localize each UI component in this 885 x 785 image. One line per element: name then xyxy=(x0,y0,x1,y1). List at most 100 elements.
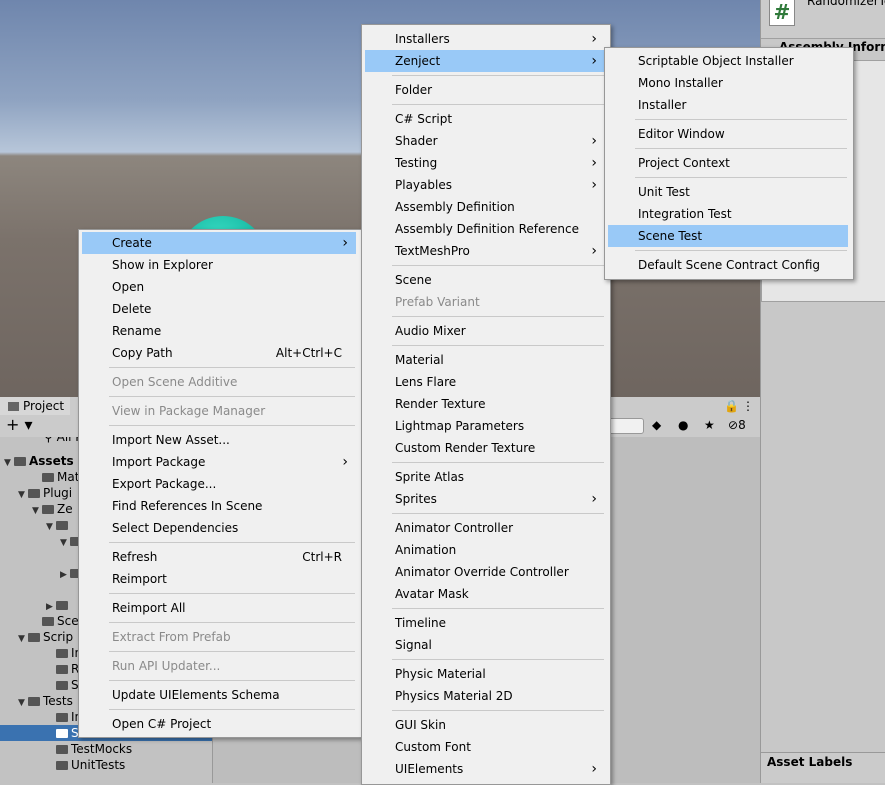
menu-item-lightmap-parameters[interactable]: Lightmap Parameters xyxy=(365,415,605,437)
menu-item-installers[interactable]: Installers › xyxy=(365,28,605,50)
menu-item-sprite-atlas[interactable]: Sprite Atlas xyxy=(365,466,605,488)
menu-item-label: Copy Path xyxy=(112,346,173,360)
menu-item-scene-test[interactable]: Scene Test xyxy=(608,225,848,247)
menu-item-label: TextMeshPro xyxy=(395,244,470,258)
menu-item-label: Scene Test xyxy=(638,229,703,243)
shortcut-label: Alt+Ctrl+C xyxy=(275,346,342,360)
submenu-arrow-icon: › xyxy=(342,235,348,251)
folder-icon xyxy=(14,457,26,466)
hidden-eye-icon[interactable]: ⊘8 xyxy=(728,417,746,433)
menu-separator xyxy=(109,622,355,623)
menu-item-select-dependencies[interactable]: Select Dependencies xyxy=(82,517,356,539)
menu-item-project-context[interactable]: Project Context xyxy=(608,152,848,174)
menu-separator xyxy=(392,462,604,463)
menu-item-gui-skin[interactable]: GUI Skin xyxy=(365,714,605,736)
menu-separator xyxy=(392,659,604,660)
folder-icon xyxy=(56,729,68,738)
menu-item-installer[interactable]: Installer xyxy=(608,94,848,116)
context-menu: Create › Show in Explorer Open Delete Rename C… xyxy=(78,229,362,738)
tree-item-label: Scrip xyxy=(43,630,74,644)
menu-item-uielements[interactable]: UIElements › xyxy=(365,758,605,780)
menu-item-assembly-definition-reference[interactable]: Assembly Definition Reference xyxy=(365,218,605,240)
menu-item-label: Import New Asset... xyxy=(112,433,230,447)
menu-item-label: Project Context xyxy=(638,156,730,170)
menu-item-lens-flare[interactable]: Lens Flare xyxy=(365,371,605,393)
menu-item-find-references-in-scene[interactable]: Find References In Scene xyxy=(82,495,356,517)
menu-item-refresh[interactable]: Refresh Ctrl+R xyxy=(82,546,356,568)
menu-item-label: Run API Updater... xyxy=(112,659,221,673)
menu-item-copy-path[interactable]: Copy Path Alt+Ctrl+C xyxy=(82,342,356,364)
menu-item-testing[interactable]: Testing › xyxy=(365,152,605,174)
menu-item-create[interactable]: Create › xyxy=(82,232,356,254)
menu-item-import-new-asset[interactable]: Import New Asset... xyxy=(82,429,356,451)
menu-item-physic-material[interactable]: Physic Material xyxy=(365,663,605,685)
menu-item-open[interactable]: Open xyxy=(82,276,356,298)
menu-item-custom-font[interactable]: Custom Font xyxy=(365,736,605,758)
menu-item-avatar-mask[interactable]: Avatar Mask xyxy=(365,583,605,605)
menu-item-label: Sprites xyxy=(395,492,437,506)
menu-separator xyxy=(392,710,604,711)
menu-item-assembly-definition[interactable]: Assembly Definition xyxy=(365,196,605,218)
menu-item-custom-render-texture[interactable]: Custom Render Texture xyxy=(365,437,605,459)
label-tag-icon[interactable]: ● xyxy=(678,417,688,433)
tab-project[interactable]: Project xyxy=(0,397,71,415)
menu-item-zenject[interactable]: Zenject › xyxy=(365,50,605,72)
folder-icon xyxy=(8,402,19,411)
filter-type-icon[interactable]: ◆ xyxy=(652,417,661,433)
menu-item-signal[interactable]: Signal xyxy=(365,634,605,656)
kebab-menu-icon[interactable]: ⋮ xyxy=(742,398,754,414)
menu-item-integration-test[interactable]: Integration Test xyxy=(608,203,848,225)
tree-item-label: Tests xyxy=(43,694,73,708)
tree-folder-item[interactable]: UnitTests xyxy=(0,757,212,773)
menu-item-textmeshpro[interactable]: TextMeshPro › xyxy=(365,240,605,262)
menu-item-playables[interactable]: Playables › xyxy=(365,174,605,196)
menu-item-c-script[interactable]: C# Script xyxy=(365,108,605,130)
menu-item-label: Select Dependencies xyxy=(112,521,239,535)
folder-icon xyxy=(56,601,68,610)
star-icon[interactable]: ★ xyxy=(704,417,715,433)
menu-item-show-in-explorer[interactable]: Show in Explorer xyxy=(82,254,356,276)
menu-item-extract-from-prefab: Extract From Prefab xyxy=(82,626,356,648)
menu-item-sprites[interactable]: Sprites › xyxy=(365,488,605,510)
menu-item-scriptable-object-installer[interactable]: Scriptable Object Installer xyxy=(608,50,848,72)
menu-item-export-package[interactable]: Export Package... xyxy=(82,473,356,495)
menu-item-default-scene-contract-config[interactable]: Default Scene Contract Config xyxy=(608,254,848,276)
menu-item-update-uielements-schema[interactable]: Update UIElements Schema xyxy=(82,684,356,706)
menu-item-label: Custom Render Texture xyxy=(395,441,536,455)
menu-item-animation[interactable]: Animation xyxy=(365,539,605,561)
submenu-arrow-icon: › xyxy=(591,133,597,149)
menu-item-folder[interactable]: Folder xyxy=(365,79,605,101)
menu-item-label: Avatar Mask xyxy=(395,587,469,601)
menu-item-material[interactable]: Material xyxy=(365,349,605,371)
folder-icon xyxy=(56,761,68,770)
menu-item-shader[interactable]: Shader › xyxy=(365,130,605,152)
menu-item-open-c-project[interactable]: Open C# Project xyxy=(82,713,356,735)
menu-separator xyxy=(392,265,604,266)
menu-item-import-package[interactable]: Import Package › xyxy=(82,451,356,473)
menu-item-scene[interactable]: Scene xyxy=(365,269,605,291)
menu-item-editor-window[interactable]: Editor Window xyxy=(608,123,848,145)
csharp-script-icon: # xyxy=(769,0,795,26)
menu-item-unit-test[interactable]: Unit Test xyxy=(608,181,848,203)
menu-item-label: Assembly Definition xyxy=(395,200,515,214)
tree-folder-item[interactable]: TestMocks xyxy=(0,741,212,757)
menu-item-rename[interactable]: Rename xyxy=(82,320,356,342)
menu-item-delete[interactable]: Delete xyxy=(82,298,356,320)
menu-separator xyxy=(635,148,847,149)
menu-item-audio-mixer[interactable]: Audio Mixer xyxy=(365,320,605,342)
menu-item-label: Open xyxy=(112,280,145,294)
menu-item-animator-override-controller[interactable]: Animator Override Controller xyxy=(365,561,605,583)
lock-icon[interactable]: 🔒 xyxy=(724,398,739,414)
menu-item-render-texture[interactable]: Render Texture xyxy=(365,393,605,415)
create-plus-button[interactable]: + ▾ xyxy=(6,415,33,435)
menu-item-label: Mono Installer xyxy=(638,76,723,90)
menu-item-timeline[interactable]: Timeline xyxy=(365,612,605,634)
menu-item-mono-installer[interactable]: Mono Installer xyxy=(608,72,848,94)
menu-item-reimport[interactable]: Reimport xyxy=(82,568,356,590)
menu-item-label: Physics Material 2D xyxy=(395,689,513,703)
menu-item-physics-material-2d[interactable]: Physics Material 2D xyxy=(365,685,605,707)
asset-labels-header[interactable]: Asset Labels xyxy=(761,752,885,783)
menu-item-animator-controller[interactable]: Animator Controller xyxy=(365,517,605,539)
menu-item-label: Find References In Scene xyxy=(112,499,263,513)
menu-item-reimport-all[interactable]: Reimport All xyxy=(82,597,356,619)
